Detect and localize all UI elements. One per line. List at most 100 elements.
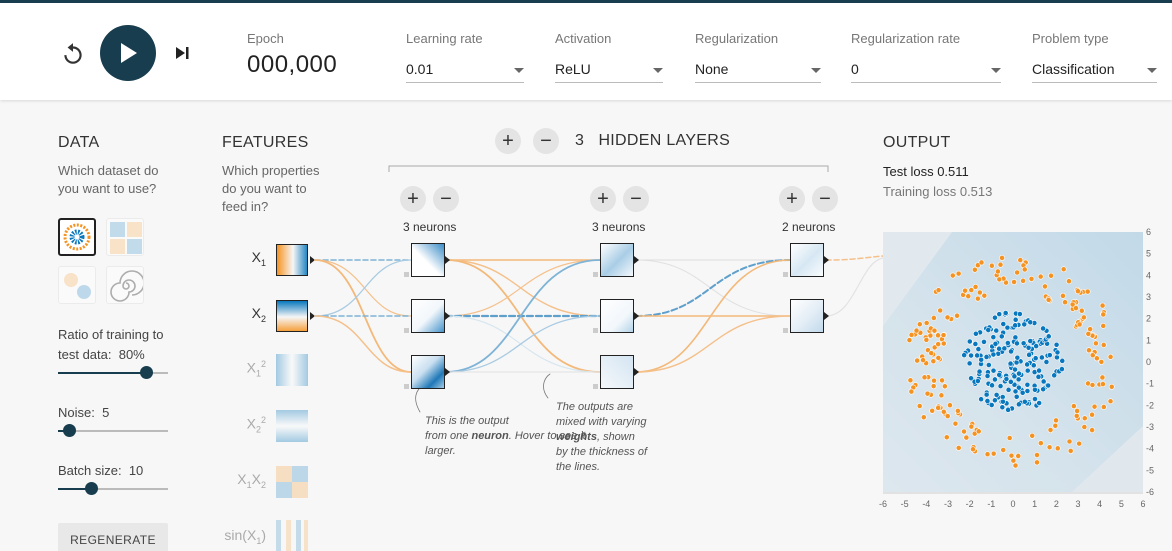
data-point: [990, 334, 997, 341]
link: [445, 315, 601, 373]
neuron-heatmap: [412, 300, 444, 332]
neuron-heatmap: [601, 244, 633, 276]
data-point: [954, 312, 960, 319]
x-axis-ticks: -6 -5 -4 -3 -2 -1 0 1 2 3 4 5 6: [879, 499, 1146, 509]
data-point: [1045, 296, 1052, 303]
data-point: [968, 352, 974, 359]
data-point: [972, 341, 979, 347]
data-point: [1016, 370, 1022, 377]
data-point: [908, 331, 915, 338]
data-point: [1054, 354, 1060, 361]
data-point: [929, 407, 936, 414]
data-point: [954, 408, 961, 414]
data-point: [985, 327, 992, 333]
link: [543, 373, 551, 399]
data-point: [990, 351, 997, 358]
data-point: [1089, 382, 1096, 388]
x-tick-label: 6: [1140, 499, 1145, 509]
data-point: [935, 355, 942, 361]
neuron-l3-n1[interactable]: [790, 243, 824, 277]
data-point: [971, 266, 978, 273]
data-point: [1084, 288, 1091, 295]
link: [635, 315, 791, 373]
data-point: [1008, 348, 1014, 355]
data-point: [1099, 302, 1106, 309]
neuron-l1-n2[interactable]: [411, 299, 445, 333]
data-point: [1035, 373, 1042, 380]
data-point: [1051, 372, 1058, 379]
data-point: [928, 350, 935, 357]
bias-marker: [783, 328, 788, 333]
neuron-port: [634, 312, 639, 320]
data-point: [923, 336, 930, 343]
link: [445, 259, 601, 317]
x-tick-label: 0: [1010, 499, 1015, 509]
test-loss-label: Test loss: [883, 164, 934, 179]
neuron-l2-n3[interactable]: [600, 355, 634, 389]
data-point: [989, 382, 995, 389]
neuron-l1-n3[interactable]: [411, 355, 445, 389]
y-tick-label: 5: [1146, 249, 1151, 259]
neuron-l1-n1[interactable]: [411, 243, 445, 277]
output-heatmap-plot[interactable]: 6 5 4 3 2 1 0 -1 -2 -3 -4 -5 -6 -6 -5 -4 -3 -2 -1 0 1 2 3 4 5 6: [872, 226, 1172, 516]
data-point: [974, 295, 981, 302]
data-point: [1020, 277, 1026, 284]
neuron-l2-n2[interactable]: [600, 299, 634, 333]
data-point: [999, 404, 1006, 411]
neuron-port: [824, 312, 829, 320]
data-point: [1100, 381, 1106, 387]
neuron-l2-n1[interactable]: [600, 243, 634, 277]
data-point: [1054, 445, 1061, 452]
neuron-heatmap: [412, 356, 444, 388]
data-point: [1034, 459, 1040, 466]
data-point: [1089, 352, 1096, 359]
y-tick-label: 4: [1146, 270, 1151, 280]
data-point: [930, 315, 937, 321]
neuron-l3-n2[interactable]: [790, 299, 824, 333]
data-point: [1045, 382, 1052, 389]
data-point: [961, 352, 968, 359]
data-point: [1074, 408, 1081, 414]
data-point: [963, 434, 970, 441]
data-point: [1029, 432, 1036, 439]
data-point: [1060, 292, 1066, 299]
data-point: [931, 327, 938, 334]
neuron-port: [634, 368, 639, 376]
data-point: [1013, 393, 1020, 400]
data-point: [935, 341, 942, 348]
data-point: [1108, 383, 1115, 390]
data-point: [1080, 314, 1087, 321]
data-point: [988, 262, 995, 269]
neuron-heatmap: [791, 300, 823, 332]
test-loss: Test loss 0.511: [883, 164, 969, 179]
data-point: [999, 255, 1005, 261]
data-point: [978, 396, 985, 403]
data-point: [992, 376, 998, 383]
y-tick-label: 6: [1146, 227, 1151, 237]
data-point: [1024, 367, 1031, 374]
data-point: [1032, 386, 1038, 393]
link: [314, 259, 412, 317]
data-point: [1012, 388, 1019, 395]
y-tick-label: 0: [1146, 357, 1151, 367]
y-tick-label: -4: [1146, 444, 1154, 454]
data-point: [920, 414, 927, 421]
data-point: [993, 391, 1000, 398]
data-point: [935, 404, 942, 411]
data-point: [1032, 355, 1039, 362]
weights-annotation: The outputs are mixed with varying weigh…: [556, 401, 648, 473]
data-point: [1062, 299, 1068, 306]
data-point: [974, 352, 981, 359]
data-point: [1076, 440, 1083, 447]
data-point: [949, 272, 956, 279]
data-point: [1000, 321, 1007, 327]
data-point: [1046, 444, 1053, 451]
data-point: [938, 392, 945, 399]
y-tick-label: 2: [1146, 314, 1151, 324]
data-point: [947, 402, 953, 409]
training-loss-label: Training loss: [883, 184, 957, 199]
data-point: [1059, 357, 1066, 364]
data-point: [1054, 349, 1061, 356]
neuron-port: [445, 312, 450, 320]
data-point: [994, 268, 1001, 275]
